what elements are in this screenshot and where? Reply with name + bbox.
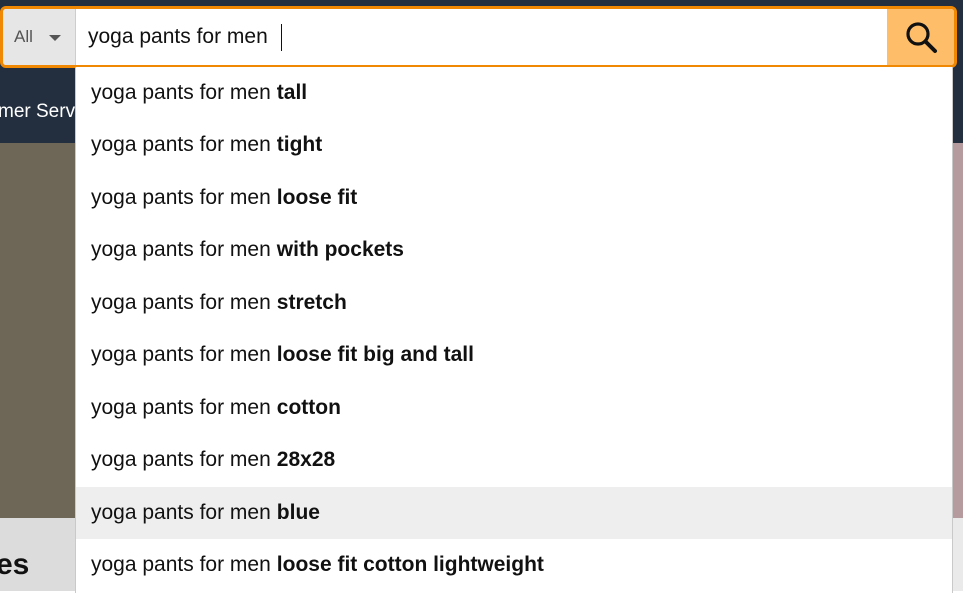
suggestion-item[interactable]: yoga pants for men 28x28 [76,434,952,486]
suggestion-prefix: yoga pants for men [91,81,271,104]
text-cursor [281,24,282,51]
suggestion-item[interactable]: yoga pants for men tight [76,119,952,171]
suggestion-prefix: yoga pants for men [91,343,271,366]
suggestion-completion: 28x28 [276,448,336,471]
search-bar: All [0,6,957,68]
suggestion-prefix: yoga pants for men [91,553,271,576]
suggestion-completion: cotton [276,396,341,419]
suggestion-completion: tight [276,133,323,156]
suggestion-item[interactable]: yoga pants for men loose fit big and tall [76,329,952,381]
search-scope-label: All [14,27,33,46]
suggestion-completion: blue [276,501,320,524]
suggestion-completion: loose fit [276,186,358,209]
background-section-right [953,518,963,591]
suggestion-completion: tall [276,81,308,104]
suggestion-item[interactable]: yoga pants for men with pockets [76,224,952,276]
suggestion-completion: stretch [276,291,347,314]
suggestion-prefix: yoga pants for men [91,501,271,524]
search-scope-dropdown[interactable]: All [3,9,76,65]
background-heading: es [0,548,30,581]
search-input[interactable] [77,9,887,65]
suggestion-item[interactable]: yoga pants for men cotton [76,382,952,434]
suggestion-item[interactable]: yoga pants for men stretch [76,277,952,329]
suggestion-completion: loose fit big and tall [276,343,474,366]
nav-item-customer-service[interactable]: mer Serv [0,101,75,123]
background-banner [0,143,76,518]
background-banner-right [953,143,963,518]
caret-down-icon [48,35,61,41]
suggestion-prefix: yoga pants for men [91,448,271,471]
suggestion-completion: loose fit cotton lightweight [276,553,544,576]
suggestion-prefix: yoga pants for men [91,238,271,261]
search-submit-button[interactable] [887,9,954,65]
suggestion-prefix: yoga pants for men [91,396,271,419]
search-suggestions-dropdown: yoga pants for men tall yoga pants for me… [75,67,953,593]
suggestion-item[interactable]: yoga pants for men tall [76,67,952,119]
suggestion-prefix: yoga pants for men [91,186,271,209]
suggestion-prefix: yoga pants for men [91,291,271,314]
suggestion-item-highlighted[interactable]: yoga pants for men blue [76,487,952,539]
suggestion-item[interactable]: yoga pants for men loose fit cotton light… [76,539,952,591]
suggestion-prefix: yoga pants for men [91,133,271,156]
suggestion-item[interactable]: yoga pants for men loose fit [76,172,952,224]
search-icon [905,22,937,53]
suggestion-completion: with pockets [276,238,404,261]
